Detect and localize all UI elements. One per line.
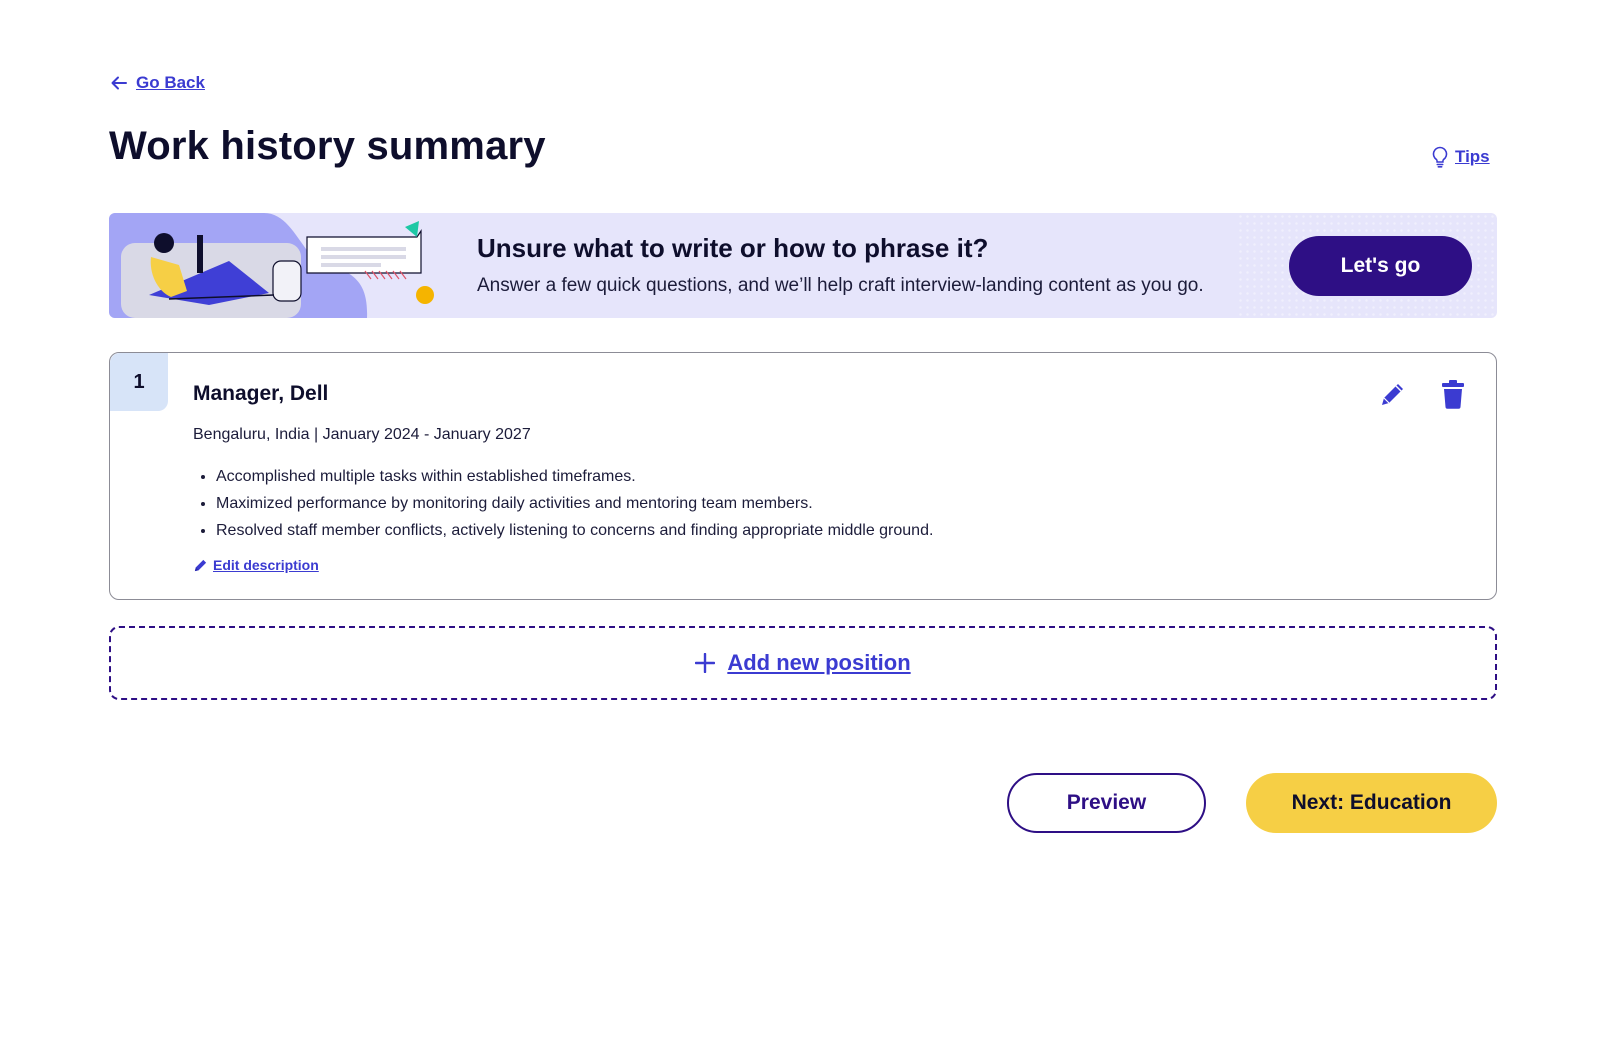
banner-heading: Unsure what to write or how to phrase it… [477,233,989,263]
pencil-icon[interactable] [1378,379,1408,409]
tips-link[interactable]: Tips [1431,146,1490,168]
add-new-position-button[interactable]: Add new position [109,626,1497,700]
position-card: 1 Manager, Dell Bengaluru, India | Janua… [109,352,1497,600]
position-number-badge: 1 [110,353,168,411]
lets-go-button[interactable]: Let's go [1289,236,1472,296]
job-location-dates: Bengaluru, India | January 2024 - Januar… [193,426,531,443]
job-description-list: Accomplished multiple tasks within estab… [216,463,933,544]
list-item: Accomplished multiple tasks within estab… [216,463,933,490]
go-back-link[interactable]: Go Back [110,73,205,93]
plus-icon [695,653,716,673]
person-with-laptop-illustration [109,213,434,318]
trash-icon[interactable] [1440,379,1466,409]
list-item: Maximized performance by monitoring dail… [216,490,933,517]
pencil-icon [194,559,207,571]
tips-label: Tips [1455,147,1490,166]
page-title: Work history summary [109,124,546,168]
edit-description-label: Edit description [213,557,319,573]
banner-subtext: Answer a few quick questions, and we’ll … [477,275,1204,296]
preview-button[interactable]: Preview [1007,773,1206,833]
arrow-left-icon [111,76,127,90]
writing-assistant-banner: Unsure what to write or how to phrase it… [109,213,1497,318]
next-education-button[interactable]: Next: Education [1246,773,1497,833]
job-title: Manager, Dell [193,382,329,405]
lightbulb-icon [1432,146,1448,168]
edit-description-link[interactable]: Edit description [193,557,319,573]
go-back-label: Go Back [136,73,205,92]
list-item: Resolved staff member conflicts, activel… [216,517,933,544]
add-new-position-label: Add new position [727,650,911,675]
